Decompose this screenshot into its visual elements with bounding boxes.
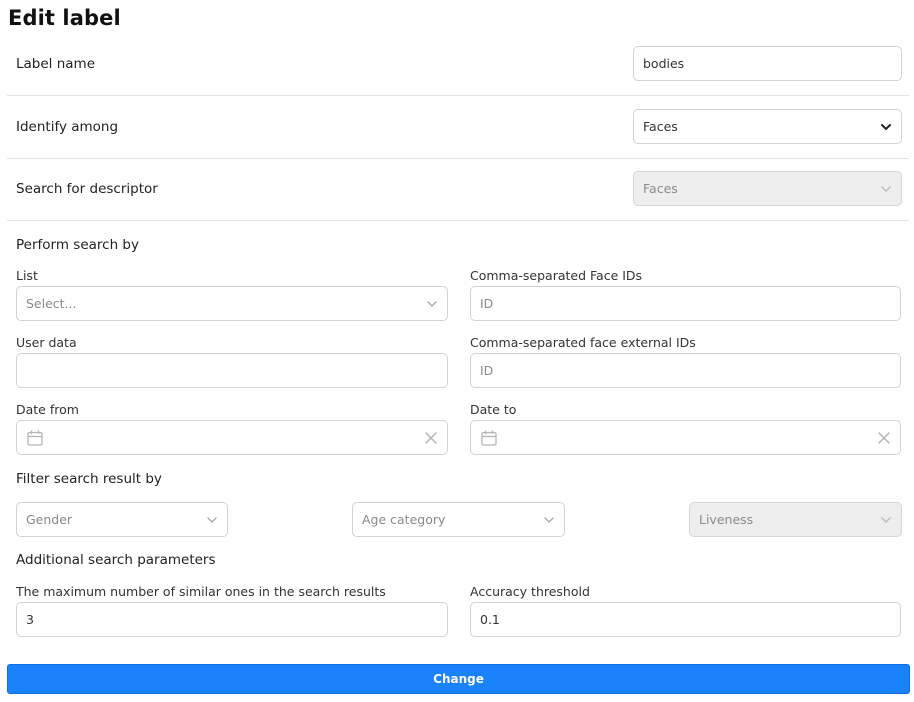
clear-icon[interactable] [877,431,891,445]
liveness-select[interactable]: Liveness [689,502,902,537]
filter-title: Filter search result by [16,471,162,487]
chevron-down-icon [880,514,892,526]
date-from-input[interactable] [16,420,448,455]
face-ids-input[interactable]: ID [470,286,901,321]
liveness-placeholder: Liveness [699,512,754,527]
accuracy-value: 0.1 [480,612,500,627]
date-to-label: Date to [470,402,517,417]
divider [7,95,909,96]
date-from-label: Date from [16,402,79,417]
chevron-down-icon [880,183,892,195]
chevron-down-icon [206,514,218,526]
list-label: List [16,268,38,283]
gender-placeholder: Gender [26,512,73,527]
face-ids-placeholder: ID [480,296,494,311]
external-ids-placeholder: ID [480,363,494,378]
label-name-input[interactable]: bodies [633,46,902,81]
max-similar-input[interactable]: 3 [16,602,448,637]
accuracy-label: Accuracy threshold [470,584,590,599]
accuracy-input[interactable]: 0.1 [470,602,901,637]
identify-among-label: Identify among [16,119,119,135]
face-ids-label: Comma-separated Face IDs [470,268,643,283]
age-category-select[interactable]: Age category [352,502,565,537]
additional-title: Additional search parameters [16,552,216,568]
gender-select[interactable]: Gender [16,502,228,537]
external-ids-input[interactable]: ID [470,353,901,388]
clear-icon[interactable] [424,431,438,445]
date-to-input[interactable] [470,420,901,455]
identify-among-select[interactable]: Faces [633,109,902,144]
chevron-down-icon [426,298,438,310]
search-descriptor-value: Faces [643,181,678,196]
max-similar-label: The maximum number of similar ones in th… [16,584,386,599]
perform-search-title: Perform search by [16,237,139,253]
chevron-down-icon [880,121,892,133]
user-data-label: User data [16,335,77,350]
label-name-value: bodies [643,56,685,71]
divider [7,220,909,221]
age-category-placeholder: Age category [362,512,446,527]
change-button[interactable]: Change [7,664,910,694]
label-name-label: Label name [16,56,95,72]
search-descriptor-select[interactable]: Faces [633,171,902,206]
max-similar-value: 3 [26,612,34,627]
chevron-down-icon [543,514,555,526]
calendar-icon[interactable] [480,429,498,447]
list-placeholder: Select... [26,296,77,311]
external-ids-label: Comma-separated face external IDs [470,335,696,350]
user-data-input[interactable] [16,353,448,388]
search-descriptor-label: Search for descriptor [16,181,158,197]
calendar-icon[interactable] [26,429,44,447]
divider [7,158,909,159]
page-title: Edit label [8,6,121,30]
identify-among-value: Faces [643,119,678,134]
list-select[interactable]: Select... [16,286,448,321]
